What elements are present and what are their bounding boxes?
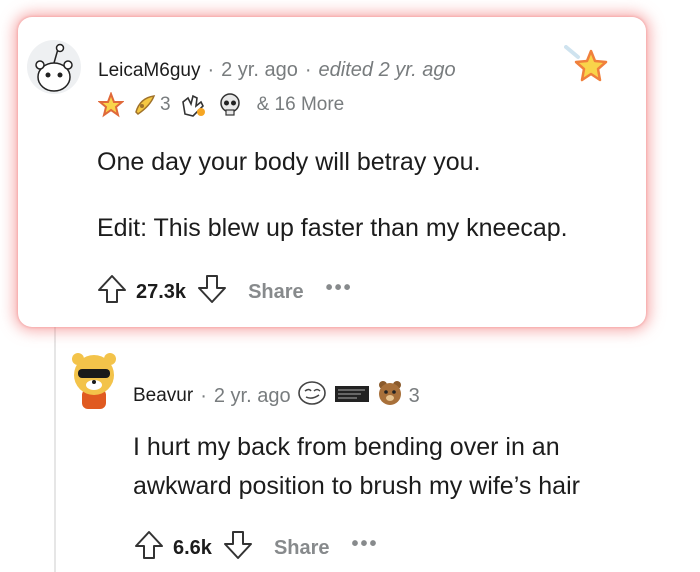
comment-meta: Beavur · 2 yr. ago 3 — [133, 380, 420, 412]
vote-count: 6.6k — [173, 536, 212, 559]
star-award-icon[interactable] — [98, 92, 124, 118]
give-award-icon[interactable] — [564, 45, 608, 90]
edited-label: edited 2 yr. ago — [318, 59, 456, 81]
text-award-icon[interactable] — [334, 385, 369, 408]
comment-body-line: One day your body will betray you. — [97, 148, 481, 176]
skull-award-icon[interactable] — [217, 92, 243, 118]
comment-body-line: awkward position to brush my wife’s hair — [133, 472, 580, 500]
comment-body-line: I hurt my back from bending over in an — [133, 433, 560, 461]
award-count: 3 — [408, 384, 420, 407]
timestamp[interactable]: 2 yr. ago — [214, 385, 291, 408]
share-button[interactable]: Share — [274, 537, 330, 560]
timestamp[interactable]: 2 yr. ago — [221, 59, 298, 82]
avatar[interactable] — [26, 39, 82, 95]
award-row: 3 & 16 More — [98, 92, 344, 118]
comment-body-line: Edit: This blew up faster than my kneeca… — [97, 214, 568, 242]
downvote-icon[interactable] — [196, 273, 228, 311]
upvote-icon[interactable] — [133, 529, 165, 567]
highlighted-comment: LeicaM6guy · 2 yr. ago · edited 2 yr. ag… — [18, 17, 646, 327]
username[interactable]: LeicaM6guy — [98, 60, 200, 82]
upvote-icon[interactable] — [96, 273, 128, 311]
bear-award-icon[interactable] — [377, 380, 403, 412]
separator: · — [200, 384, 207, 407]
award-count: 3 — [160, 94, 171, 115]
share-button[interactable]: Share — [248, 281, 304, 304]
avatar[interactable] — [66, 349, 122, 411]
username[interactable]: Beavur — [133, 385, 193, 407]
more-options-button[interactable]: ••• — [352, 533, 379, 556]
comment-actions: 6.6k Share ••• — [133, 529, 379, 567]
comment-meta: LeicaM6guy · 2 yr. ago · edited 2 yr. ag… — [98, 59, 456, 82]
separator: · — [207, 59, 215, 81]
clapping-award-icon[interactable] — [179, 92, 207, 118]
comment-actions: 27.3k Share ••• — [96, 273, 353, 311]
party-award-icon[interactable] — [132, 92, 158, 118]
separator: · — [304, 59, 312, 81]
downvote-icon[interactable] — [222, 529, 254, 567]
vote-count: 27.3k — [136, 280, 187, 303]
face-award-icon[interactable] — [297, 380, 327, 412]
more-options-button[interactable]: ••• — [326, 277, 353, 300]
more-awards-label[interactable]: & 16 More — [257, 94, 345, 116]
